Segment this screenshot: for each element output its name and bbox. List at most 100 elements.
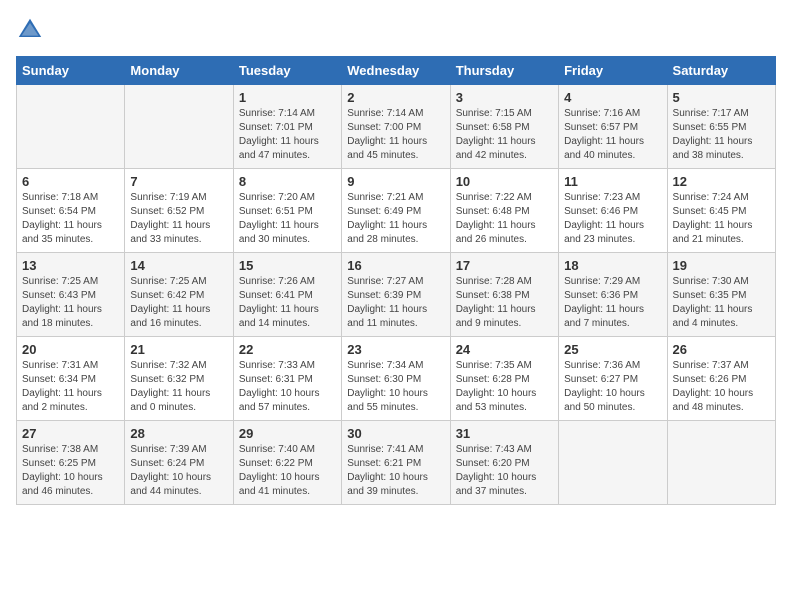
calendar-table: SundayMondayTuesdayWednesdayThursdayFrid…: [16, 56, 776, 505]
day-number: 2: [347, 90, 444, 105]
day-number: 28: [130, 426, 227, 441]
day-number: 7: [130, 174, 227, 189]
calendar-cell: 17 Sunrise: 7:28 AM Sunset: 6:38 PM Dayli…: [450, 253, 558, 337]
calendar-cell: 25 Sunrise: 7:36 AM Sunset: 6:27 PM Dayli…: [559, 337, 667, 421]
calendar-cell: 15 Sunrise: 7:26 AM Sunset: 6:41 PM Dayli…: [233, 253, 341, 337]
day-header-saturday: Saturday: [667, 57, 775, 85]
day-number: 6: [22, 174, 119, 189]
day-number: 19: [673, 258, 770, 273]
day-number: 23: [347, 342, 444, 357]
day-header-thursday: Thursday: [450, 57, 558, 85]
day-number: 5: [673, 90, 770, 105]
calendar-cell: 2 Sunrise: 7:14 AM Sunset: 7:00 PM Daylig…: [342, 85, 450, 169]
day-number: 26: [673, 342, 770, 357]
day-number: 24: [456, 342, 553, 357]
day-number: 1: [239, 90, 336, 105]
day-number: 11: [564, 174, 661, 189]
calendar-cell: 4 Sunrise: 7:16 AM Sunset: 6:57 PM Daylig…: [559, 85, 667, 169]
day-info: Sunrise: 7:35 AM Sunset: 6:28 PM Dayligh…: [456, 359, 553, 415]
week-row-4: 20 Sunrise: 7:31 AM Sunset: 6:34 PM Dayli…: [17, 337, 776, 421]
calendar-cell: 26 Sunrise: 7:37 AM Sunset: 6:26 PM Dayli…: [667, 337, 775, 421]
calendar-cell: [17, 85, 125, 169]
calendar-cell: 22Sunrise: 7:33 AM Sunset: 6:31 PM Dayli…: [233, 337, 341, 421]
day-info: Sunrise: 7:40 AM Sunset: 6:22 PM Dayligh…: [239, 443, 336, 499]
day-info: Sunrise: 7:30 AM Sunset: 6:35 PM Dayligh…: [673, 275, 770, 331]
day-info: Sunrise: 7:29 AM Sunset: 6:36 PM Dayligh…: [564, 275, 661, 331]
calendar-cell: 14Sunrise: 7:25 AM Sunset: 6:42 PM Dayli…: [125, 253, 233, 337]
day-number: 3: [456, 90, 553, 105]
day-number: 4: [564, 90, 661, 105]
day-info: Sunrise: 7:38 AM Sunset: 6:25 PM Dayligh…: [22, 443, 119, 499]
day-info: Sunrise: 7:21 AM Sunset: 6:49 PM Dayligh…: [347, 191, 444, 247]
day-header-friday: Friday: [559, 57, 667, 85]
day-number: 13: [22, 258, 119, 273]
day-number: 14: [130, 258, 227, 273]
day-number: 8: [239, 174, 336, 189]
calendar-cell: 12 Sunrise: 7:24 AM Sunset: 6:45 PM Dayli…: [667, 169, 775, 253]
calendar-cell: 18Sunrise: 7:29 AM Sunset: 6:36 PM Dayli…: [559, 253, 667, 337]
day-info: Sunrise: 7:17 AM Sunset: 6:55 PM Dayligh…: [673, 107, 770, 163]
day-info: Sunrise: 7:41 AM Sunset: 6:21 PM Dayligh…: [347, 443, 444, 499]
day-number: 15: [239, 258, 336, 273]
day-info: Sunrise: 7:16 AM Sunset: 6:57 PM Dayligh…: [564, 107, 661, 163]
day-number: 29: [239, 426, 336, 441]
day-header-monday: Monday: [125, 57, 233, 85]
day-header-sunday: Sunday: [17, 57, 125, 85]
day-info: Sunrise: 7:31 AM Sunset: 6:34 PM Dayligh…: [22, 359, 119, 415]
day-info: Sunrise: 7:24 AM Sunset: 6:45 PM Dayligh…: [673, 191, 770, 247]
day-info: Sunrise: 7:39 AM Sunset: 6:24 PM Dayligh…: [130, 443, 227, 499]
calendar-cell: 21 Sunrise: 7:32 AM Sunset: 6:32 PM Dayli…: [125, 337, 233, 421]
day-info: Sunrise: 7:14 AM Sunset: 7:00 PM Dayligh…: [347, 107, 444, 163]
day-info: Sunrise: 7:33 AM Sunset: 6:31 PM Dayligh…: [239, 359, 336, 415]
calendar-cell: 27 Sunrise: 7:38 AM Sunset: 6:25 PM Dayli…: [17, 421, 125, 505]
day-number: 17: [456, 258, 553, 273]
calendar-cell: 28 Sunrise: 7:39 AM Sunset: 6:24 PM Dayli…: [125, 421, 233, 505]
day-info: Sunrise: 7:26 AM Sunset: 6:41 PM Dayligh…: [239, 275, 336, 331]
day-info: Sunrise: 7:23 AM Sunset: 6:46 PM Dayligh…: [564, 191, 661, 247]
calendar-cell: 11 Sunrise: 7:23 AM Sunset: 6:46 PM Dayli…: [559, 169, 667, 253]
calendar-cell: 20 Sunrise: 7:31 AM Sunset: 6:34 PM Dayli…: [17, 337, 125, 421]
day-number: 12: [673, 174, 770, 189]
day-number: 25: [564, 342, 661, 357]
calendar-cell: 3Sunrise: 7:15 AM Sunset: 6:58 PM Daylig…: [450, 85, 558, 169]
day-info: Sunrise: 7:43 AM Sunset: 6:20 PM Dayligh…: [456, 443, 553, 499]
day-info: Sunrise: 7:32 AM Sunset: 6:32 PM Dayligh…: [130, 359, 227, 415]
calendar-cell: 10 Sunrise: 7:22 AM Sunset: 6:48 PM Dayli…: [450, 169, 558, 253]
calendar-cell: 8Sunrise: 7:20 AM Sunset: 6:51 PM Daylig…: [233, 169, 341, 253]
calendar-header-row: SundayMondayTuesdayWednesdayThursdayFrid…: [17, 57, 776, 85]
day-info: Sunrise: 7:25 AM Sunset: 6:43 PM Dayligh…: [22, 275, 119, 331]
day-info: Sunrise: 7:18 AM Sunset: 6:54 PM Dayligh…: [22, 191, 119, 247]
day-number: 31: [456, 426, 553, 441]
calendar-cell: 13 Sunrise: 7:25 AM Sunset: 6:43 PM Dayli…: [17, 253, 125, 337]
day-number: 21: [130, 342, 227, 357]
calendar-cell: 9 Sunrise: 7:21 AM Sunset: 6:49 PM Daylig…: [342, 169, 450, 253]
day-info: Sunrise: 7:27 AM Sunset: 6:39 PM Dayligh…: [347, 275, 444, 331]
day-number: 27: [22, 426, 119, 441]
page-header: [16, 16, 776, 44]
day-header-tuesday: Tuesday: [233, 57, 341, 85]
day-info: Sunrise: 7:28 AM Sunset: 6:38 PM Dayligh…: [456, 275, 553, 331]
calendar-cell: [667, 421, 775, 505]
calendar-cell: 23Sunrise: 7:34 AM Sunset: 6:30 PM Dayli…: [342, 337, 450, 421]
week-row-3: 13 Sunrise: 7:25 AM Sunset: 6:43 PM Dayli…: [17, 253, 776, 337]
calendar-cell: 5 Sunrise: 7:17 AM Sunset: 6:55 PM Daylig…: [667, 85, 775, 169]
day-info: Sunrise: 7:14 AM Sunset: 7:01 PM Dayligh…: [239, 107, 336, 163]
day-number: 9: [347, 174, 444, 189]
day-info: Sunrise: 7:36 AM Sunset: 6:27 PM Dayligh…: [564, 359, 661, 415]
logo-icon: [16, 16, 44, 44]
day-number: 30: [347, 426, 444, 441]
day-info: Sunrise: 7:37 AM Sunset: 6:26 PM Dayligh…: [673, 359, 770, 415]
calendar-cell: 31 Sunrise: 7:43 AM Sunset: 6:20 PM Dayli…: [450, 421, 558, 505]
calendar-cell: 7 Sunrise: 7:19 AM Sunset: 6:52 PM Daylig…: [125, 169, 233, 253]
calendar-cell: [559, 421, 667, 505]
calendar-cell: 24 Sunrise: 7:35 AM Sunset: 6:28 PM Dayli…: [450, 337, 558, 421]
calendar-cell: 1 Sunrise: 7:14 AM Sunset: 7:01 PM Daylig…: [233, 85, 341, 169]
day-number: 20: [22, 342, 119, 357]
day-number: 10: [456, 174, 553, 189]
week-row-2: 6 Sunrise: 7:18 AM Sunset: 6:54 PM Daylig…: [17, 169, 776, 253]
day-info: Sunrise: 7:22 AM Sunset: 6:48 PM Dayligh…: [456, 191, 553, 247]
day-number: 16: [347, 258, 444, 273]
day-info: Sunrise: 7:19 AM Sunset: 6:52 PM Dayligh…: [130, 191, 227, 247]
calendar-cell: [125, 85, 233, 169]
calendar-cell: 29 Sunrise: 7:40 AM Sunset: 6:22 PM Dayli…: [233, 421, 341, 505]
